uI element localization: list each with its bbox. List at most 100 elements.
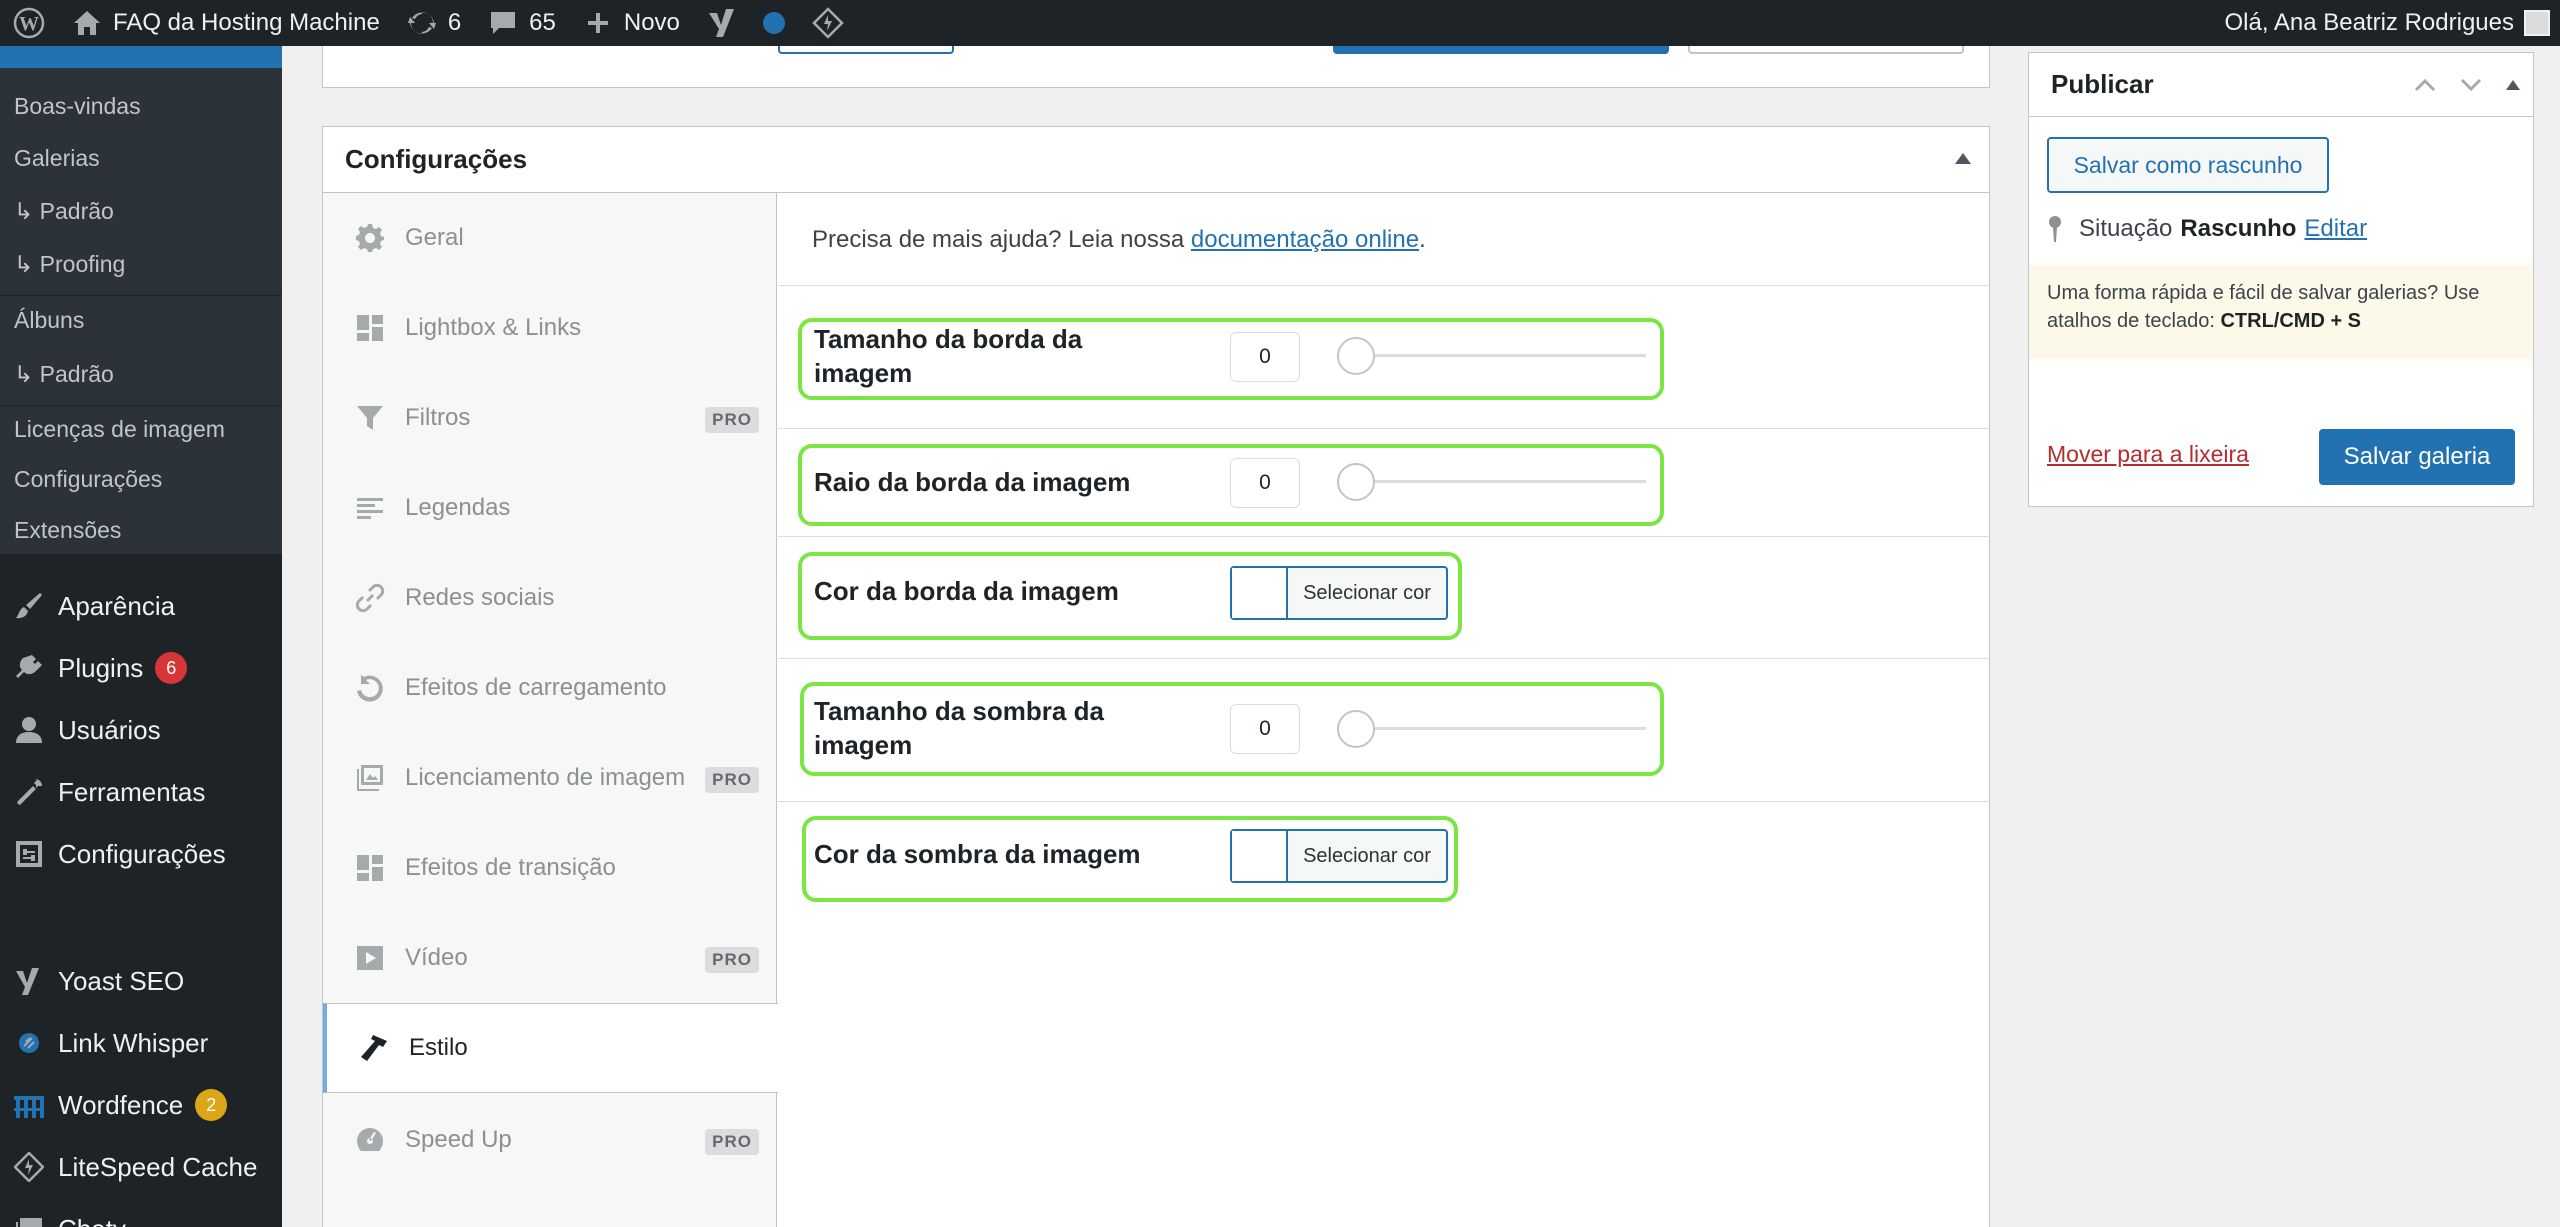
- config-panel-header[interactable]: Configurações: [323, 127, 1989, 193]
- menu-label: Wordfence: [58, 1089, 184, 1120]
- wordpress-logo-icon[interactable]: W: [0, 0, 58, 46]
- submenu-item-galerias[interactable]: Galerias: [14, 145, 100, 172]
- grid-icon: [347, 313, 393, 343]
- previous-panel-bottom: [322, 46, 1990, 88]
- menu-item-chaty[interactable]: Chaty: [0, 1200, 282, 1227]
- comments-link[interactable]: 65: [474, 0, 569, 46]
- tab-lightbox-links[interactable]: Lightbox & Links: [323, 283, 777, 373]
- pro-badge: PRO: [705, 1129, 759, 1155]
- divider: [778, 801, 1990, 802]
- documentation-link[interactable]: documentação online: [1191, 226, 1419, 253]
- help-prefix: Precisa de mais ajuda? Leia nossa: [812, 226, 1191, 253]
- tab-estilo[interactable]: Estilo: [323, 1003, 778, 1093]
- tab-label: Legendas: [405, 494, 511, 521]
- submenu-item-padrao[interactable]: ↳ Padrão: [14, 198, 114, 225]
- video-icon: [347, 943, 393, 973]
- shadow-size-input[interactable]: 0: [1230, 704, 1300, 754]
- site-name-link[interactable]: FAQ da Hosting Machine: [58, 0, 393, 46]
- menu-item-yoast-seo[interactable]: Yoast SEO: [0, 952, 282, 1010]
- tab-label: Geral: [405, 224, 464, 251]
- submenu-item-boas-vindas[interactable]: Boas-vindas: [14, 93, 141, 120]
- menu-item-link-whisper[interactable]: Link Whisper: [0, 1014, 282, 1072]
- publish-box-header: Publicar: [2029, 53, 2533, 117]
- tab-filtros[interactable]: Filtros PRO: [323, 373, 777, 463]
- menu-label: Link Whisper: [58, 1027, 209, 1058]
- tab-speed-up[interactable]: Speed Up PRO: [323, 1095, 777, 1185]
- status-value: Rascunho: [2180, 215, 2297, 242]
- menu-item-usuarios[interactable]: Usuários: [0, 701, 282, 759]
- users-icon: [0, 715, 58, 745]
- gear-icon: [347, 223, 393, 253]
- save-gallery-button[interactable]: Salvar galeria: [2319, 429, 2515, 485]
- tip-shortcut: CTRL/CMD + S: [2220, 310, 2362, 332]
- save-draft-button[interactable]: Salvar como rascunho: [2047, 137, 2329, 193]
- litespeed-admin-icon[interactable]: [799, 0, 857, 46]
- border-size-slider-handle[interactable]: [1337, 337, 1375, 375]
- border-radius-slider-track[interactable]: [1356, 480, 1646, 483]
- shadow-size-slider-track[interactable]: [1356, 727, 1646, 730]
- border-size-slider-track[interactable]: [1356, 354, 1646, 357]
- active-menu-header[interactable]: [0, 46, 282, 68]
- divider: [778, 428, 1990, 429]
- menu-item-aparencia[interactable]: Aparência: [0, 577, 282, 635]
- submenu-item-configuracoes[interactable]: Configurações: [14, 466, 162, 493]
- publish-box: Publicar Salvar como rascunho Situação R…: [2028, 52, 2534, 507]
- avatar: [2524, 10, 2550, 36]
- divider: [778, 536, 1990, 537]
- yoast-admin-icon[interactable]: [693, 0, 749, 46]
- updates-icon: [406, 7, 438, 39]
- menu-item-litespeed-cache[interactable]: LiteSpeed Cache: [0, 1138, 282, 1196]
- keyboard-tip: Uma forma rápida e fácil de salvar galer…: [2029, 265, 2533, 359]
- border-radius-input[interactable]: 0: [1230, 458, 1300, 508]
- tab-label: Redes sociais: [405, 584, 555, 611]
- wordfence-icon: [0, 1090, 58, 1120]
- menu-item-wordfence[interactable]: Wordfence 2: [0, 1076, 282, 1134]
- updates-link[interactable]: 6: [393, 0, 474, 46]
- wordfence-alert-badge: 2: [195, 1089, 228, 1121]
- submenu-item-licencas[interactable]: Licenças de imagem: [14, 416, 225, 443]
- submenu-item-extensoes[interactable]: Extensões: [14, 517, 121, 544]
- plus-icon: [582, 7, 614, 39]
- menu-label: LiteSpeed Cache: [58, 1151, 258, 1182]
- new-content-link[interactable]: Novo: [569, 0, 693, 46]
- chevron-up-icon[interactable]: [2407, 67, 2443, 103]
- tab-licenciamento-imagem[interactable]: Licenciamento de imagem PRO: [323, 733, 777, 823]
- edit-status-link[interactable]: Editar: [2304, 215, 2367, 243]
- collapse-caret-icon[interactable]: [1955, 153, 1971, 164]
- collapse-caret-icon[interactable]: [2495, 67, 2531, 103]
- comment-icon: [487, 7, 519, 39]
- shadow-color-picker-button[interactable]: Selecionar cor: [1230, 829, 1448, 883]
- border-radius-slider-handle[interactable]: [1337, 463, 1375, 501]
- images-icon: [347, 763, 393, 793]
- select-color-label: Selecionar cor: [1303, 844, 1431, 867]
- account-greeting[interactable]: Olá, Ana Beatriz Rodrigues: [2212, 0, 2560, 46]
- submenu-item-proofing[interactable]: ↳ Proofing: [14, 251, 125, 278]
- tab-label: Estilo: [409, 1034, 468, 1061]
- border-size-input[interactable]: 0: [1230, 332, 1300, 382]
- select-color-label: Selecionar cor: [1303, 581, 1431, 604]
- pro-badge: PRO: [705, 407, 759, 433]
- chevron-down-icon[interactable]: [2453, 67, 2489, 103]
- menu-item-plugins[interactable]: Plugins 6: [0, 639, 282, 697]
- shadow-size-slider-handle[interactable]: [1337, 710, 1375, 748]
- menu-item-configuracoes[interactable]: Configurações: [0, 825, 282, 883]
- border-color-picker-button[interactable]: Selecionar cor: [1230, 566, 1448, 620]
- grid-icon: [347, 853, 393, 883]
- tab-efeitos-transicao[interactable]: Efeitos de transição: [323, 823, 777, 913]
- tab-video[interactable]: Vídeo PRO: [323, 913, 777, 1003]
- dashboard-icon: [347, 1125, 393, 1155]
- submenu-item-albuns[interactable]: Álbuns: [14, 307, 84, 334]
- tab-legendas[interactable]: Legendas: [323, 463, 777, 553]
- paintbrush-icon: [0, 591, 58, 621]
- status-dot-icon[interactable]: [749, 0, 799, 46]
- menu-label: Chaty: [58, 1214, 126, 1227]
- tab-geral[interactable]: Geral: [323, 193, 777, 283]
- move-to-trash-link[interactable]: Mover para a lixeira: [2047, 441, 2249, 468]
- submenu-item-albuns-padrao[interactable]: ↳ Padrão: [14, 361, 114, 388]
- tab-redes-sociais[interactable]: Redes sociais: [323, 553, 777, 643]
- menu-item-ferramentas[interactable]: Ferramentas: [0, 763, 282, 821]
- tab-efeitos-carregamento[interactable]: Efeitos de carregamento: [323, 643, 777, 733]
- submenu-divider: [0, 405, 282, 406]
- admin-sidebar: Boas-vindas Galerias ↳ Padrão ↳ Proofing…: [0, 46, 282, 1227]
- border-color-label: Cor da borda da imagem: [814, 576, 1119, 606]
